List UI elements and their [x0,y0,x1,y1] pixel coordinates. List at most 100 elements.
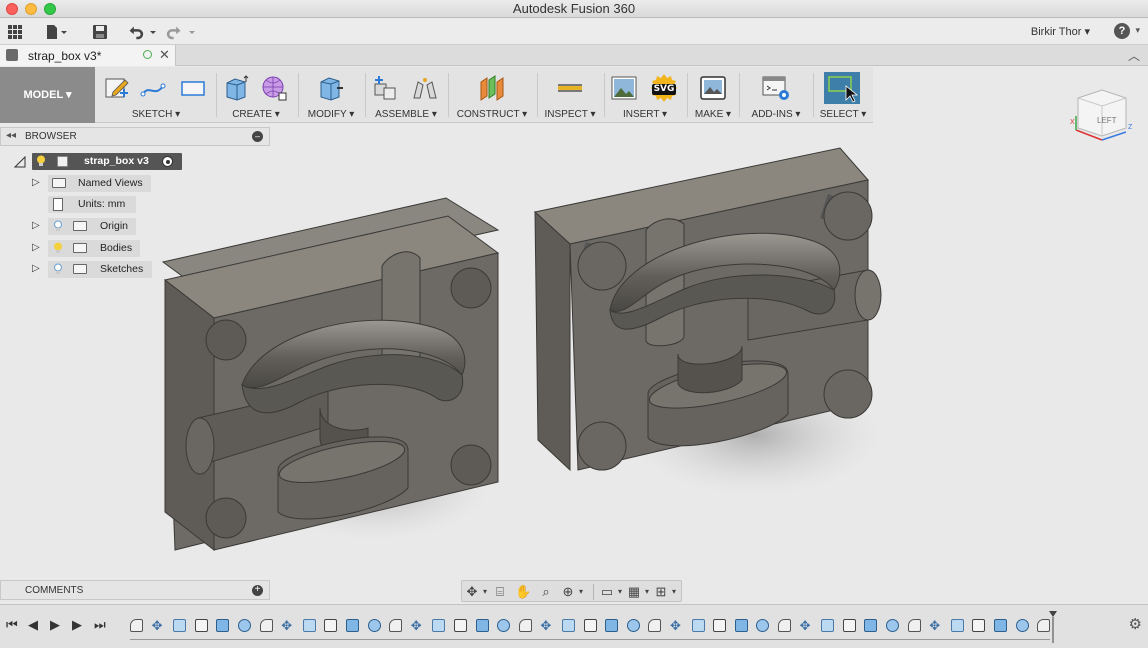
timeline-sketch-feature-icon[interactable] [583,619,597,632]
timeline-extrude-feature-icon[interactable] [864,619,878,632]
timeline-extrude-feature-icon[interactable] [994,619,1007,632]
press-pull-icon[interactable] [317,74,345,102]
timeline-extrude-feature-icon[interactable] [605,619,619,632]
timeline-press-feature-icon[interactable] [497,619,511,632]
timeline-body-feature-icon[interactable] [691,619,705,632]
timeline-fillet-feature-icon[interactable] [907,619,921,632]
timeline-sketch-feature-icon[interactable] [454,619,467,632]
timeline-body-feature-icon[interactable] [173,619,187,632]
timeline-body-feature-icon[interactable] [432,619,446,632]
timeline-fillet-feature-icon[interactable] [259,619,273,632]
timeline-press-feature-icon[interactable] [367,619,381,632]
offset-plane-icon[interactable] [478,74,506,102]
timeline-extrude-feature-icon[interactable] [216,619,230,632]
timeline-move-feature-icon[interactable]: ✥ [281,619,294,632]
help-dropdown-icon[interactable]: ▾ [1135,25,1140,36]
new-component-icon[interactable] [371,74,399,102]
joint-icon[interactable] [411,74,439,102]
timeline-move-feature-icon[interactable]: ✥ [152,619,165,632]
construct-group[interactable]: CONSTRUCT ▾ [450,67,534,123]
timeline-fillet-feature-icon[interactable] [518,619,532,632]
inspect-group[interactable]: INSPECT ▾ [539,67,601,123]
chevron-up-icon[interactable]: ︿ [1128,47,1140,64]
chevron-down-icon[interactable]: ▾ [573,584,589,600]
timeline-sketch-feature-icon[interactable] [972,619,986,632]
insert-svg-icon[interactable]: SVG [650,74,678,102]
workspace-switcher[interactable]: MODEL ▾ [0,67,95,123]
chevron-down-icon[interactable]: ▾ [477,584,493,600]
select-group[interactable]: SELECT ▾ [815,67,871,123]
save-icon[interactable] [92,23,108,41]
timeline-move-feature-icon[interactable]: ✥ [670,619,683,632]
root-component-pill[interactable]: strap_box v3 [32,153,182,170]
browser-root-node[interactable]: strap_box v3 [14,153,184,170]
modify-group[interactable]: MODIFY ▾ [300,67,362,123]
insert-group[interactable]: SVG INSERT ▾ [606,67,684,123]
visibility-bulb-icon[interactable] [53,263,63,275]
expand-triangle-icon[interactable]: ▷ [32,263,40,274]
window-close-button[interactable] [6,3,18,15]
visibility-bulb-icon[interactable] [53,242,63,254]
measure-icon[interactable] [556,74,584,102]
zoom-icon[interactable]: ⌕ [538,584,554,600]
create-sketch-icon[interactable] [103,74,131,102]
look-at-icon[interactable]: ⌸ [492,584,508,600]
timeline-move-feature-icon[interactable]: ✥ [929,619,942,632]
go-to-start-icon[interactable]: ⏮ [6,617,18,633]
user-account-menu[interactable]: Birkir Thor ▾ [1031,25,1090,38]
rectangle-tool-icon[interactable] [179,74,207,102]
collapse-triangle-icon[interactable] [14,156,26,168]
expand-triangle-icon[interactable]: ▷ [32,242,40,253]
play-icon[interactable]: ▶ [50,617,60,633]
timeline-fillet-feature-icon[interactable] [778,619,791,632]
browser-item-sketches[interactable]: ▷ Sketches [30,261,155,278]
timeline-body-feature-icon[interactable] [821,619,835,632]
window-maximize-button[interactable] [44,3,56,15]
sketch-group[interactable]: SKETCH ▾ [97,67,215,123]
timeline-sketch-feature-icon[interactable] [842,619,856,632]
timeline-press-feature-icon[interactable] [626,619,640,632]
undo-icon[interactable] [127,23,157,41]
expand-triangle-icon[interactable]: ▷ [32,177,40,188]
timeline-body-feature-icon[interactable] [302,619,316,632]
pan-hand-icon[interactable]: ✋ [515,584,531,600]
add-comment-icon[interactable]: + [252,585,263,596]
collapse-panel-icon[interactable]: ◂◂ [6,130,16,141]
timeline-extrude-feature-icon[interactable] [346,619,359,632]
window-minimize-button[interactable] [25,3,37,15]
browser-item-named-views[interactable]: ▷ Named Views [30,175,155,192]
timeline-fillet-feature-icon[interactable] [648,619,662,632]
timeline-press-feature-icon[interactable] [1015,619,1029,632]
browser-item-units[interactable]: Units: mm [30,196,155,213]
chevron-down-icon[interactable]: ▾ [666,584,682,600]
browser-item-origin[interactable]: ▷ Origin [30,218,155,235]
visibility-bulb-icon[interactable] [53,220,63,232]
timeline-fillet-feature-icon[interactable] [389,619,403,632]
go-to-end-icon[interactable]: ⏭ [94,617,106,633]
insert-image-icon[interactable] [610,74,638,102]
file-menu-icon[interactable] [45,23,67,41]
step-forward-icon[interactable]: ▶ [72,617,82,633]
viewport-canvas[interactable] [150,140,910,570]
line-tool-icon[interactable] [140,74,168,102]
timeline-settings-gear-icon[interactable]: ⚙ [1129,615,1142,633]
expand-triangle-icon[interactable]: ▷ [32,220,40,231]
timeline-press-feature-icon[interactable] [756,619,770,632]
close-tab-icon[interactable]: ✕ [159,47,170,63]
comments-panel-header[interactable]: COMMENTS + [0,580,270,600]
browser-item-bodies[interactable]: ▷ Bodies [30,240,155,257]
timeline-marker[interactable] [1049,611,1057,643]
activate-radio-icon[interactable] [162,156,173,167]
make-group[interactable]: MAKE ▾ [689,67,737,123]
timeline-extrude-feature-icon[interactable] [734,619,748,632]
app-grid-icon[interactable] [7,23,23,41]
assemble-group[interactable]: ASSEMBLE ▾ [367,67,445,123]
timeline-extrude-feature-icon[interactable] [475,619,489,632]
step-back-icon[interactable]: ◀ [28,617,38,633]
timeline-move-feature-icon[interactable]: ✥ [411,619,424,632]
visibility-bulb-icon[interactable] [36,155,46,167]
timeline-fillet-feature-icon[interactable] [130,619,143,632]
timeline-sketch-feature-icon[interactable] [713,619,727,632]
form-tool-icon[interactable] [260,74,288,102]
extrude-icon[interactable] [222,74,250,102]
